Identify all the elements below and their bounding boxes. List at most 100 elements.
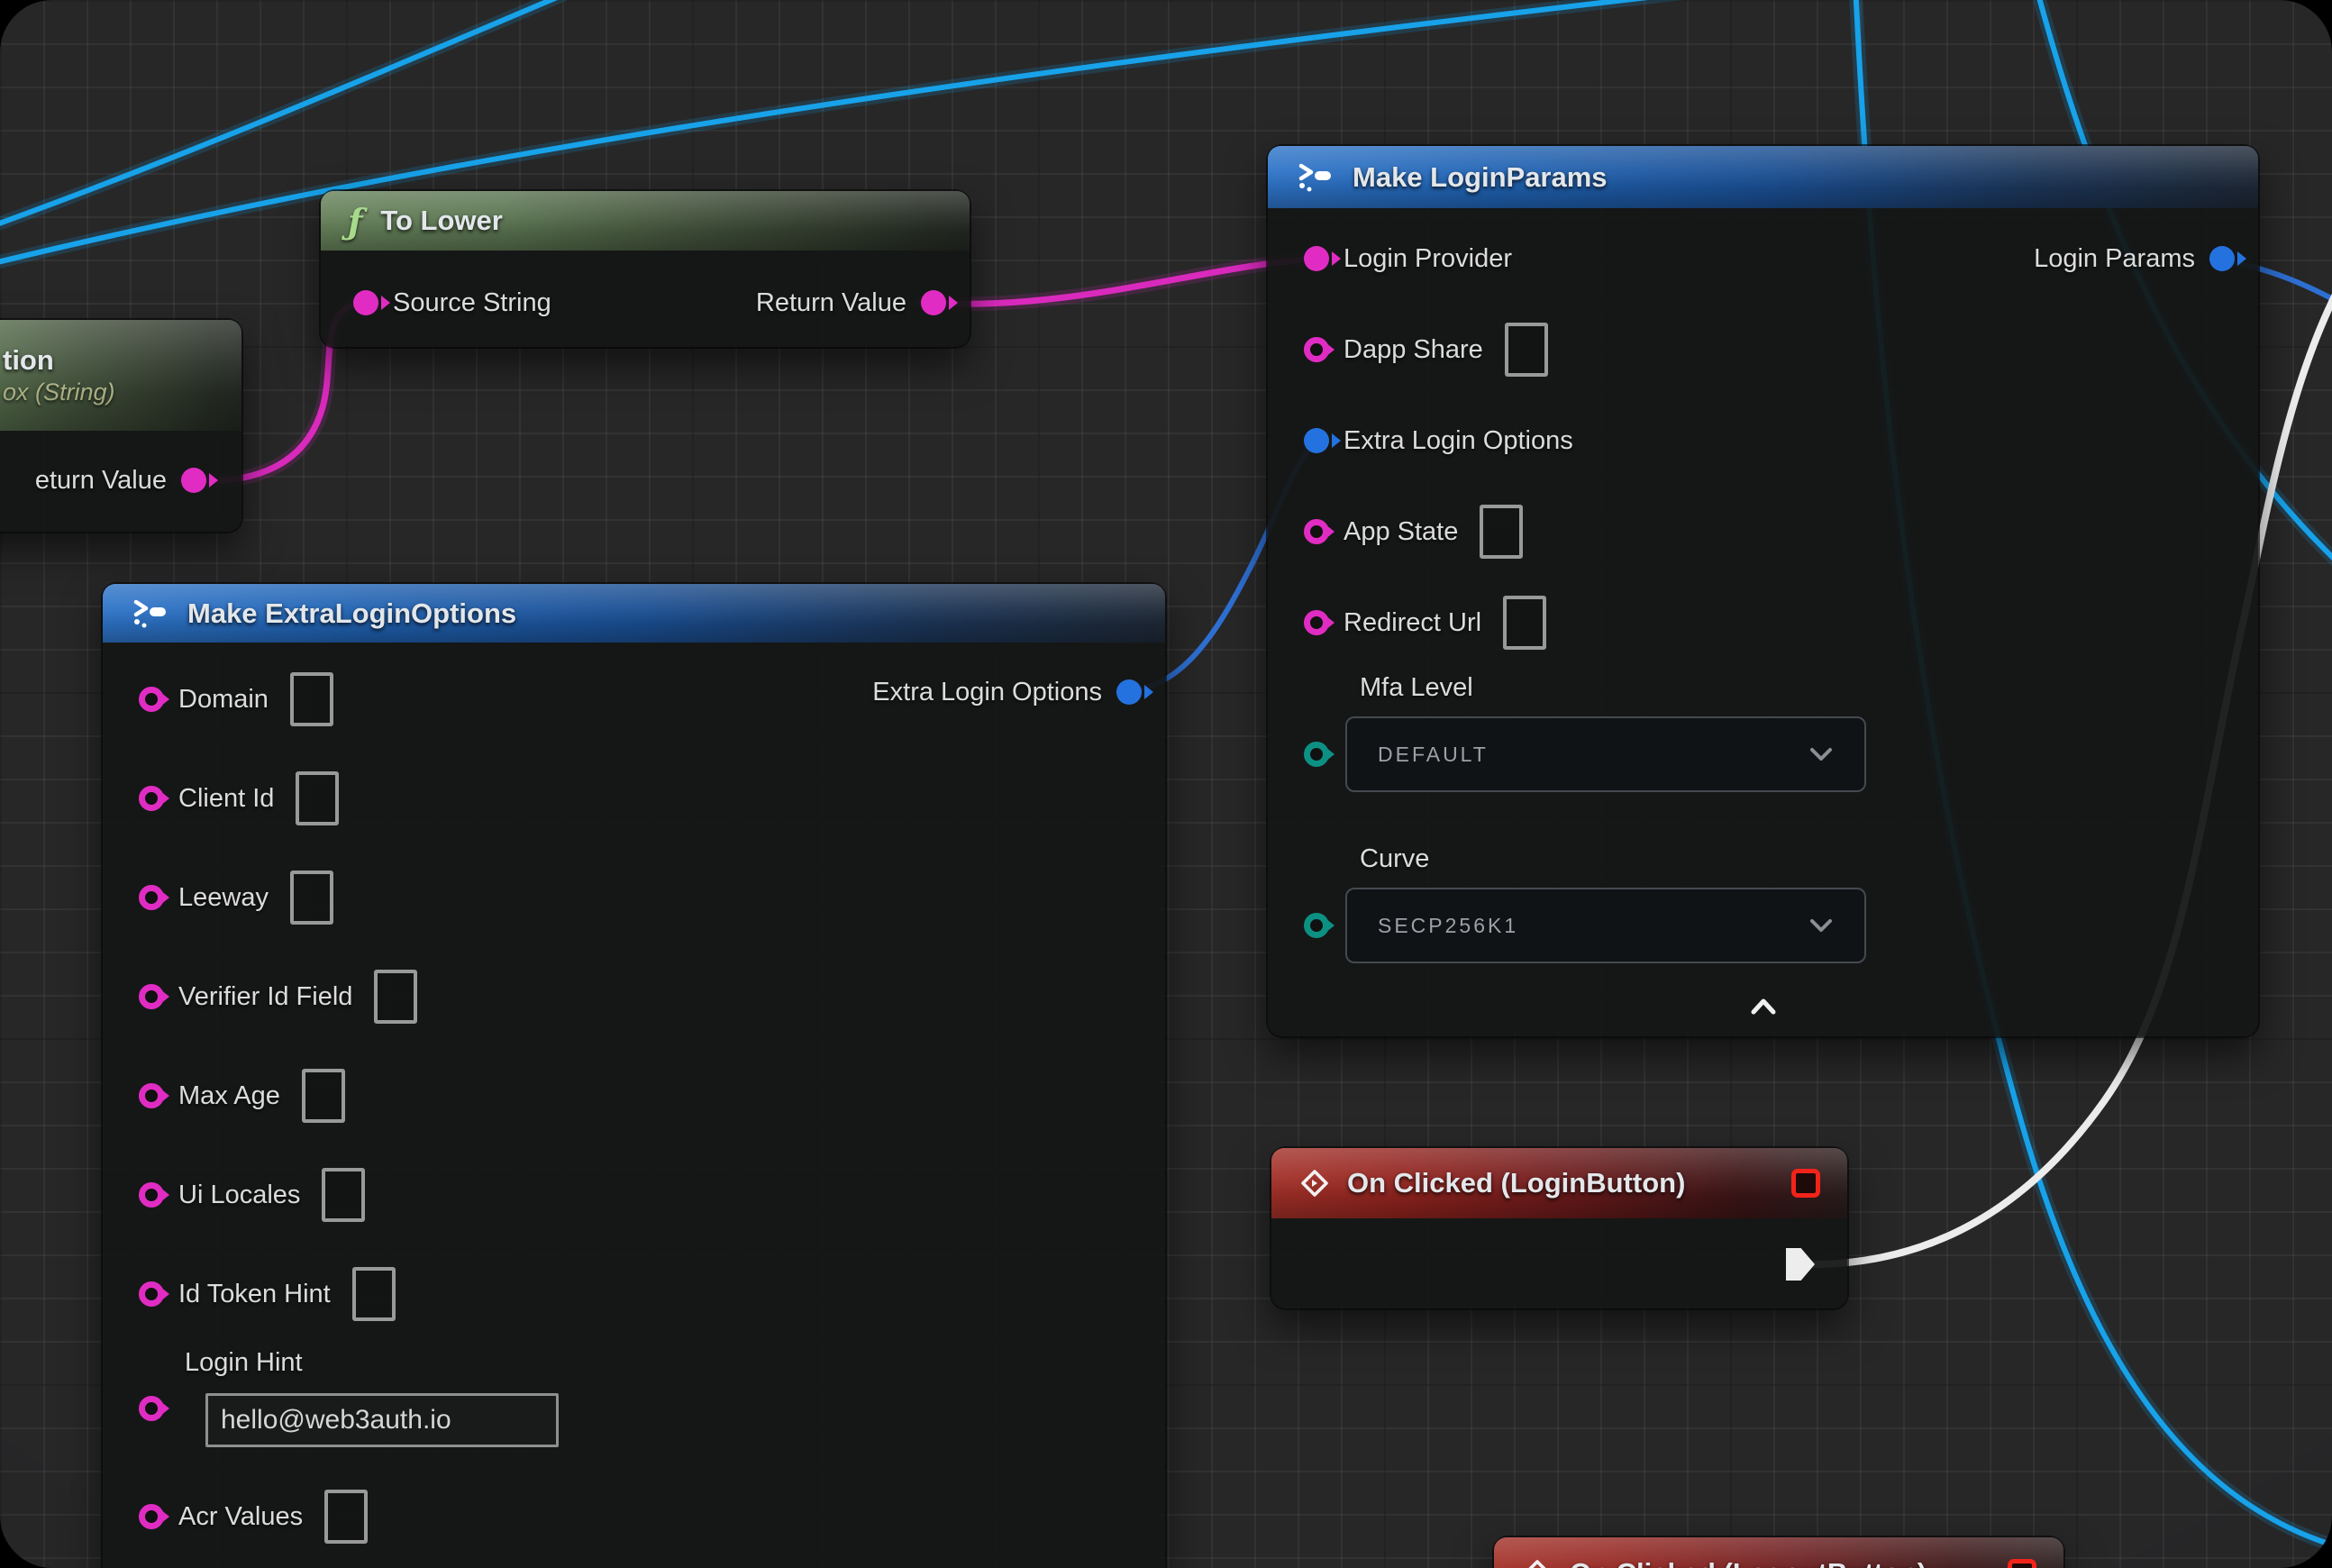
pin-label: eturn Value xyxy=(35,466,167,496)
pin-label: Leeway xyxy=(178,883,269,913)
chevron-down-icon xyxy=(1808,745,1834,763)
node-make-extra-login-options[interactable]: Make ExtraLoginOptions Domain Client Id … xyxy=(103,584,1165,1568)
function-icon: ƒ xyxy=(348,201,362,242)
pin-row-redirect-url: Redirect Url xyxy=(1268,594,1546,652)
event-binding-badge xyxy=(1791,1169,1820,1198)
extra-login-options-input-pin[interactable] xyxy=(1304,428,1329,453)
pin-label: App State xyxy=(1344,517,1458,547)
pin-row-leeway: Leeway xyxy=(103,869,333,926)
pin-row-return-value: Return Value xyxy=(756,274,946,332)
node-subtitle: ox (String) xyxy=(3,378,115,406)
make-struct-icon xyxy=(130,599,169,628)
node-make-login-params[interactable]: Make LoginParams Login Provider Login Pa… xyxy=(1268,146,2258,1036)
domain-checkbox[interactable] xyxy=(290,672,333,726)
pin-row-client-id: Client Id xyxy=(103,770,339,827)
pin-label: Return Value xyxy=(756,288,906,318)
node-title: To Lower xyxy=(380,205,502,237)
id-token-hint-checkbox[interactable] xyxy=(352,1267,396,1321)
app-state-pin[interactable] xyxy=(1304,519,1329,544)
pin-label: Login Provider xyxy=(1344,244,1512,274)
extra-login-options-output-pin[interactable] xyxy=(1116,679,1142,705)
redirect-url-pin[interactable] xyxy=(1304,610,1329,635)
app-state-checkbox[interactable] xyxy=(1480,505,1523,559)
pin-label: Client Id xyxy=(178,784,274,814)
pin-row-login-provider: Login Provider xyxy=(1268,230,1512,287)
node-title: Make LoginParams xyxy=(1353,161,1608,194)
blueprint-graph-canvas[interactable]: tion ox (String) eturn Value ƒ To Lower … xyxy=(0,0,2332,1568)
pin-row-max-age: Max Age xyxy=(103,1067,345,1125)
source-string-pin[interactable] xyxy=(353,290,378,315)
pin-row-dapp-share: Dapp Share xyxy=(1268,321,1548,378)
curve-dropdown[interactable]: SECP256K1 xyxy=(1345,888,1866,963)
max-age-pin[interactable] xyxy=(139,1083,164,1108)
redirect-url-checkbox[interactable] xyxy=(1503,596,1546,650)
mfa-level-dropdown[interactable]: DEFAULT xyxy=(1345,716,1866,792)
ui-locales-pin[interactable] xyxy=(139,1182,164,1208)
pin-label: Source String xyxy=(393,288,551,318)
domain-pin[interactable] xyxy=(139,687,164,712)
curve-pin[interactable] xyxy=(1304,913,1329,938)
exec-output-pin[interactable] xyxy=(1786,1248,1815,1281)
mfa-level-label: Mfa Level xyxy=(1360,673,1866,706)
pin-label: Max Age xyxy=(178,1081,280,1111)
pin-row-acr-values: Acr Values xyxy=(103,1488,368,1545)
return-value-pin[interactable] xyxy=(921,290,946,315)
pin-row-app-state: App State xyxy=(1268,503,1523,561)
max-age-checkbox[interactable] xyxy=(302,1069,345,1123)
string-output-pin[interactable] xyxy=(181,468,206,493)
curve-group: Curve SECP256K1 xyxy=(1304,844,1866,963)
pin-label: Redirect Url xyxy=(1344,608,1481,638)
id-token-hint-pin[interactable] xyxy=(139,1281,164,1307)
node-on-clicked-login-button[interactable]: On Clicked (LoginButton) xyxy=(1271,1148,1847,1308)
node-text-box-header: tion ox (String) xyxy=(0,320,241,431)
login-hint-label: Login Hint xyxy=(185,1348,303,1378)
on-clicked-login-header: On Clicked (LoginButton) xyxy=(1271,1148,1847,1218)
pin-row-source-string: Source String xyxy=(321,274,551,332)
event-binding-badge xyxy=(2008,1559,2036,1568)
client-id-pin[interactable] xyxy=(139,786,164,811)
chevron-down-icon xyxy=(1808,916,1834,934)
collapse-chevron-up-icon[interactable] xyxy=(1748,996,1779,1017)
pin-row-login-params-out: Login Params xyxy=(2034,230,2235,287)
leeway-pin[interactable] xyxy=(139,885,164,910)
verifier-id-field-pin[interactable] xyxy=(139,984,164,1009)
mfa-level-pin[interactable] xyxy=(1304,742,1329,767)
pin-row-extra-login-options-out: Extra Login Options xyxy=(872,663,1142,721)
login-provider-pin[interactable] xyxy=(1304,246,1329,271)
leeway-checkbox[interactable] xyxy=(290,871,333,925)
acr-values-checkbox[interactable] xyxy=(324,1490,368,1544)
login-params-output-pin[interactable] xyxy=(2209,246,2235,271)
pin-row-return-value-partial: eturn Value xyxy=(35,451,206,509)
pin-label: Ui Locales xyxy=(178,1181,300,1210)
acr-values-pin[interactable] xyxy=(139,1504,164,1529)
curve-value: SECP256K1 xyxy=(1378,914,1518,938)
pin-label: Dapp Share xyxy=(1344,335,1483,365)
pin-row-extra-login-options-in: Extra Login Options xyxy=(1268,412,1573,469)
login-hint-input[interactable] xyxy=(205,1393,559,1447)
node-title: On Clicked (LogoutButton) xyxy=(1570,1557,1927,1568)
node-on-clicked-logout-button[interactable]: On Clicked (LogoutButton) xyxy=(1494,1537,2063,1568)
ui-locales-checkbox[interactable] xyxy=(322,1168,365,1222)
verifier-id-field-checkbox[interactable] xyxy=(374,970,417,1024)
pin-label: Id Token Hint xyxy=(178,1280,331,1309)
pin-label: Acr Values xyxy=(178,1502,303,1532)
event-diamond-icon xyxy=(1521,1557,1553,1568)
make-extra-login-options-header: Make ExtraLoginOptions xyxy=(103,584,1165,643)
to-lower-header: ƒ To Lower xyxy=(321,191,970,251)
pin-label: Verifier Id Field xyxy=(178,982,352,1012)
node-to-lower[interactable]: ƒ To Lower Source String Return Value xyxy=(321,191,970,347)
client-id-checkbox[interactable] xyxy=(296,771,339,825)
node-title: On Clicked (LoginButton) xyxy=(1347,1167,1685,1199)
pin-row-verifier-id-field: Verifier Id Field xyxy=(103,968,417,1026)
pin-label: Extra Login Options xyxy=(1344,426,1573,456)
pin-row-domain: Domain xyxy=(103,670,333,728)
node-title: Make ExtraLoginOptions xyxy=(187,597,516,630)
event-diamond-icon xyxy=(1298,1167,1331,1199)
pin-label: Domain xyxy=(178,685,269,715)
dapp-share-pin[interactable] xyxy=(1304,337,1329,362)
dapp-share-checkbox[interactable] xyxy=(1505,323,1548,377)
node-text-box-partial[interactable]: tion ox (String) eturn Value xyxy=(0,320,241,532)
pin-row-ui-locales: Ui Locales xyxy=(103,1166,365,1224)
login-hint-pin[interactable] xyxy=(139,1396,164,1421)
mfa-level-group: Mfa Level DEFAULT xyxy=(1304,673,1866,792)
